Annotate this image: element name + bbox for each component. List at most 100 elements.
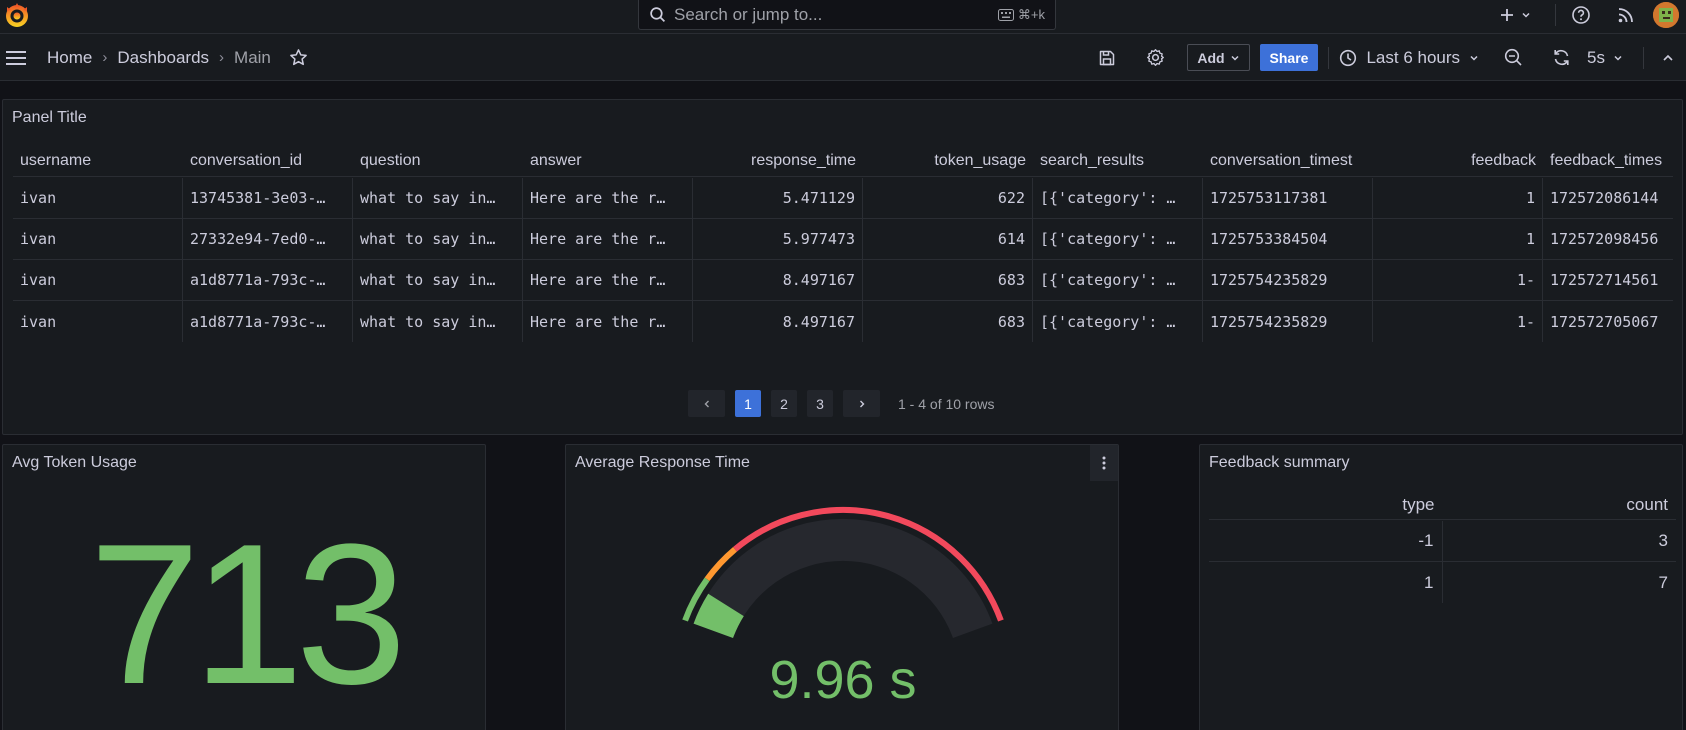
hamburger-icon <box>6 51 26 65</box>
table-cell: ivan <box>13 301 183 342</box>
table-cell: 172572705067 <box>1550 312 1659 331</box>
dashboard-toolbar: Add Share Last 6 hours 5s <box>1091 34 1686 81</box>
column-header[interactable]: answer <box>523 152 693 170</box>
column-header[interactable]: conversation_id <box>183 152 353 170</box>
star-icon <box>290 49 307 66</box>
table-cell: Here are the r… <box>523 260 693 300</box>
top-bar: Search or jump to... ⌘+k <box>0 0 1686 34</box>
next-page-button[interactable] <box>843 390 880 417</box>
refresh-icon <box>1553 49 1569 66</box>
table-cell: 8.497167 <box>693 301 863 342</box>
table-row: 1 7 <box>1209 562 1676 603</box>
column-header[interactable]: question <box>353 152 523 170</box>
zoom-out-button[interactable] <box>1497 48 1529 67</box>
divider <box>1328 46 1330 69</box>
gear-icon <box>1146 49 1164 66</box>
column-header[interactable]: token_usage <box>863 152 1033 170</box>
share-label: Share <box>1269 49 1309 66</box>
table-panel: Panel Title username conversation_id que… <box>2 99 1683 435</box>
keyboard-icon <box>997 8 1014 21</box>
column-header[interactable]: type <box>1209 495 1443 515</box>
table-cell: what to say in… <box>353 178 523 218</box>
menu-button[interactable] <box>4 46 28 70</box>
breadcrumb-current: Main <box>234 47 271 67</box>
feedback-panel: Feedback summary type count -1 3 1 7 <box>1199 444 1683 730</box>
table-cell: what to say in… <box>353 260 523 300</box>
table-cell: ivan <box>13 219 183 259</box>
help-button[interactable] <box>1556 5 1606 25</box>
plus-icon <box>1501 9 1513 21</box>
time-range-label: Last 6 hours <box>1366 47 1461 67</box>
column-header[interactable]: username <box>13 152 183 170</box>
column-header[interactable]: count <box>1443 495 1677 515</box>
page-button[interactable]: 3 <box>807 390 833 417</box>
stat-value: 713 <box>89 503 407 726</box>
collapse-button[interactable] <box>1654 51 1682 65</box>
add-button[interactable]: Add <box>1187 44 1250 71</box>
table-cell: 13745381-3e03-… <box>183 178 353 218</box>
star-button[interactable] <box>289 48 308 67</box>
table-row: ivan 13745381-3e03-… what to say in… Her… <box>13 178 1673 219</box>
chevron-down-icon <box>1614 55 1622 61</box>
time-range-picker[interactable]: Last 6 hours <box>1339 48 1479 68</box>
table-cell: 172572714561 <box>1550 271 1659 289</box>
clock-icon <box>1340 49 1357 66</box>
add-label: Add <box>1197 49 1225 66</box>
avatar <box>1653 2 1679 28</box>
column-header[interactable]: search_results <box>1033 152 1203 170</box>
search-shortcut: ⌘+k <box>1017 6 1045 22</box>
table-row: ivan a1d8771a-793c-… what to say in… Her… <box>13 260 1673 301</box>
pagination-summary: 1 - 4 of 10 rows <box>898 395 995 412</box>
prev-page-button[interactable] <box>688 390 725 417</box>
table-cell: Here are the r… <box>523 301 693 342</box>
table-cell: [{'category': … <box>1033 301 1203 342</box>
column-header[interactable]: conversation_timest <box>1203 152 1373 170</box>
chevron-right-icon: › <box>102 49 108 66</box>
table-row: ivan a1d8771a-793c-… what to say in… Her… <box>13 301 1673 342</box>
gauge-value: 9.96 s <box>769 650 916 710</box>
dashboard-nav-bar: Home › Dashboards › Main Add Share Last … <box>0 34 1686 81</box>
table-cell: 1 <box>1209 562 1443 603</box>
news-button[interactable] <box>1606 6 1646 24</box>
search-input[interactable]: Search or jump to... ⌘+k <box>638 0 1056 30</box>
page-button[interactable]: 2 <box>771 390 797 417</box>
table-cell: 1- <box>1373 301 1543 342</box>
refresh-interval-picker[interactable]: 5s <box>1587 48 1623 68</box>
column-header[interactable]: feedback_times <box>1543 152 1673 170</box>
page-button[interactable]: 1 <box>735 390 761 417</box>
share-button[interactable]: Share <box>1259 44 1319 71</box>
chevron-left-icon <box>704 400 709 407</box>
table-cell: 1725753384504 <box>1203 219 1373 259</box>
chevron-right-icon: › <box>219 49 225 66</box>
pagination: 1 2 3 1 - 4 of 10 rows <box>688 390 995 417</box>
table-cell: ivan <box>13 260 183 300</box>
table-row: -1 3 <box>1209 521 1676 562</box>
profile-button[interactable] <box>1646 2 1686 28</box>
table-cell: Here are the r… <box>523 219 693 259</box>
table-cell: 172572098456 <box>1550 230 1659 248</box>
table-cell: 683 <box>863 301 1033 342</box>
table-cell: 5.977473 <box>693 219 863 259</box>
breadcrumb-dashboards[interactable]: Dashboards <box>117 48 209 68</box>
table-cell: Here are the r… <box>523 178 693 218</box>
table-cell: 1 <box>1373 219 1543 259</box>
save-button[interactable] <box>1091 49 1123 67</box>
grafana-logo-icon[interactable] <box>3 1 31 29</box>
refresh-button[interactable] <box>1545 48 1577 67</box>
zoom-out-icon <box>1504 48 1522 66</box>
table-cell: a1d8771a-793c-… <box>183 260 353 300</box>
column-header[interactable]: response_time <box>693 152 863 170</box>
table-cell: [{'category': … <box>1033 260 1203 300</box>
table-cell: what to say in… <box>353 301 523 342</box>
chevron-down-icon <box>1231 55 1239 61</box>
column-header[interactable]: feedback <box>1373 152 1543 170</box>
settings-button[interactable] <box>1139 48 1171 67</box>
divider <box>1643 46 1644 69</box>
search-placeholder: Search or jump to... <box>674 4 823 24</box>
new-button[interactable] <box>1495 7 1535 23</box>
table-cell: a1d8771a-793c-… <box>183 301 353 342</box>
panel-title: Avg Token Usage <box>12 454 137 471</box>
chevron-right-icon <box>859 400 864 407</box>
breadcrumb-home[interactable]: Home <box>47 48 92 68</box>
chevron-down-icon <box>1522 12 1530 18</box>
